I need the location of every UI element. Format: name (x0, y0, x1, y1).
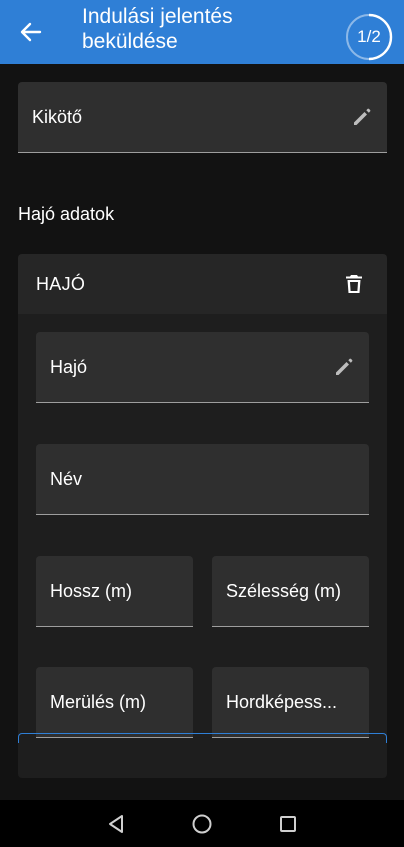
ship-data-section-title: Hajó adatok (18, 204, 115, 224)
step-counter: 1/2 (357, 27, 381, 46)
width-field-label: Szélesség (m) (226, 580, 342, 601)
nav-back-triangle-icon (109, 815, 123, 833)
port-field[interactable]: Kikötő (18, 82, 387, 153)
port-field-label: Kikötő (32, 106, 83, 127)
step-indicator: 1/2 (345, 13, 393, 61)
page-title: Indulási jelentés beküldése (82, 5, 233, 53)
form-content[interactable]: Kikötő Hajó adatok HAJÓ Hajó Név Hossz (… (0, 64, 404, 784)
ship-card-title: HAJÓ (36, 273, 86, 294)
capacity-field[interactable]: Hordképess... (212, 667, 369, 738)
capacity-field-label: Hordképess... (226, 691, 338, 712)
trash-icon (346, 275, 362, 293)
system-nav-bar (0, 800, 404, 847)
back-button[interactable] (14, 16, 48, 48)
edit-pencil-icon (336, 358, 353, 375)
name-field-label: Név (50, 468, 83, 489)
nav-back-button[interactable] (102, 810, 130, 838)
screen: Indulási jelentés beküldése 1/2 Kikötő H… (0, 0, 404, 847)
nav-home-circle-icon (192, 814, 212, 834)
name-field[interactable]: Név (36, 444, 369, 515)
draft-field[interactable]: Merülés (m) (36, 667, 193, 738)
width-field[interactable]: Szélesség (m) (212, 556, 369, 627)
draft-field-label: Merülés (m) (50, 691, 147, 712)
port-edit-button[interactable] (349, 104, 375, 130)
arrow-back-icon (20, 22, 42, 42)
ship-card-header: HAJÓ (18, 254, 387, 314)
edit-pencil-icon (354, 108, 371, 125)
nav-recents-square-icon (280, 816, 296, 832)
next-card-edge (18, 733, 387, 743)
length-field-label: Hossz (m) (50, 580, 132, 601)
length-field[interactable]: Hossz (m) (36, 556, 193, 627)
ship-field-label: Hajó (50, 356, 88, 377)
app-bar: Indulási jelentés beküldése 1/2 (0, 0, 404, 64)
ship-card: HAJÓ Hajó Név Hossz (m) Szélesség (m) Me… (18, 254, 387, 778)
delete-ship-button[interactable] (341, 271, 367, 297)
nav-home-button[interactable] (188, 810, 216, 838)
nav-recents-button[interactable] (274, 810, 302, 838)
ship-field[interactable]: Hajó (36, 332, 369, 403)
ship-edit-button[interactable] (331, 354, 357, 380)
